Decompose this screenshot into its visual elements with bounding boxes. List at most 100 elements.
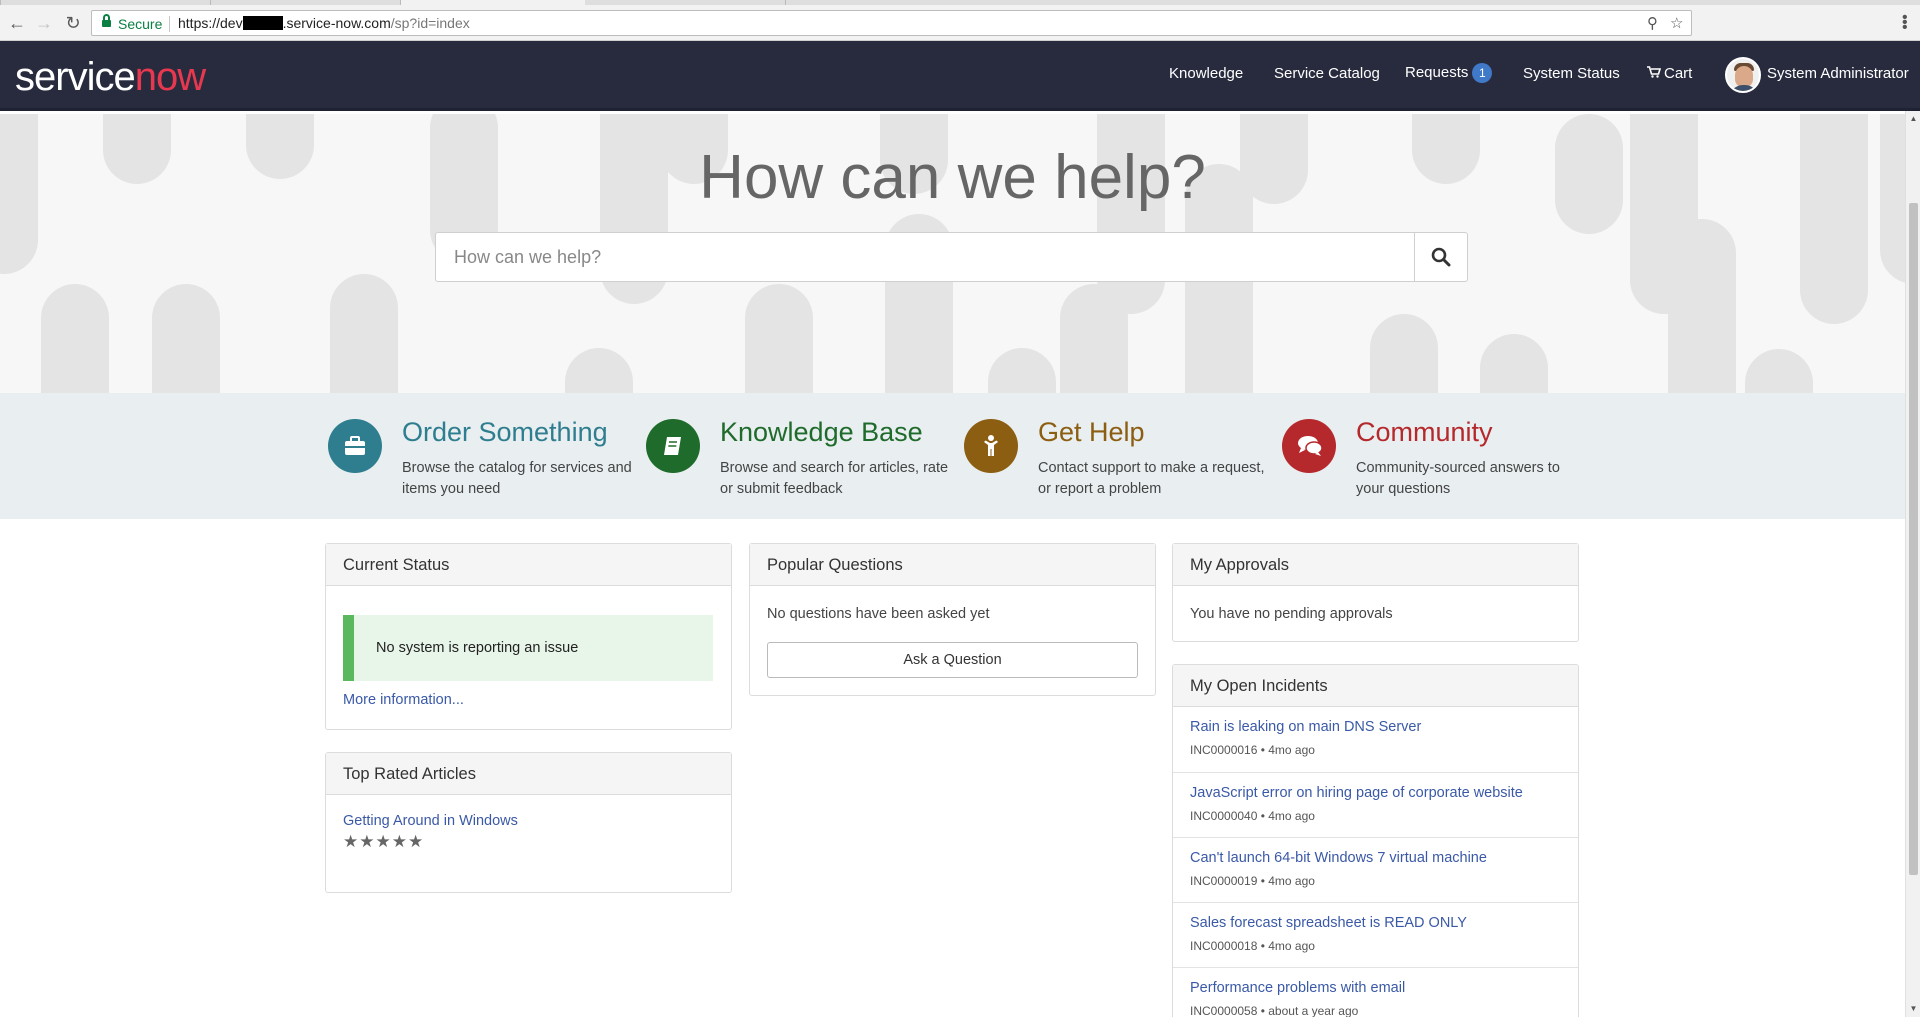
url-prefix: https://dev — [178, 15, 243, 31]
incident-meta: INC0000016 • 4mo ago — [1190, 743, 1315, 757]
panel-heading: Current Status — [326, 544, 731, 586]
search-button[interactable] — [1414, 232, 1468, 282]
incident-row[interactable]: JavaScript error on hiring page of corpo… — [1173, 772, 1578, 837]
quick-link-description: Contact support to make a request, or re… — [1038, 460, 1265, 497]
logo-now: now — [134, 55, 206, 99]
person-icon — [964, 419, 1018, 473]
secure-label: Secure — [118, 16, 163, 32]
quick-link-order-something[interactable]: Order Something Browse the catalog for s… — [328, 417, 638, 507]
quick-link-title: Order Something — [402, 417, 608, 447]
search-bar: How can we help? — [435, 232, 1468, 282]
logo-service: service — [15, 55, 136, 99]
background-pill — [41, 284, 109, 393]
servicenow-logo[interactable]: servicenow — [15, 55, 206, 100]
more-information-link[interactable]: More information... — [343, 692, 464, 708]
url-path: /sp?id=index — [390, 15, 470, 31]
nav-cart[interactable]: Cart — [1647, 65, 1692, 82]
back-arrow-icon[interactable]: ← — [8, 14, 26, 32]
url-domain: .service-now.com — [282, 15, 391, 31]
quick-links-band: Order Something Browse the catalog for s… — [0, 393, 1905, 519]
my-open-incidents-panel: My Open Incidents Rain is leaking on mai… — [1172, 664, 1579, 1017]
incident-meta: INC0000019 • 4mo ago — [1190, 874, 1315, 888]
nav-requests-label: Requests — [1405, 64, 1469, 81]
status-message: No system is reporting an issue — [343, 615, 713, 681]
forward-arrow-icon[interactable]: → — [35, 14, 53, 32]
hero-title: How can we help? — [699, 143, 1206, 212]
my-approvals-panel: My Approvals You have no pending approva… — [1172, 543, 1579, 642]
incident-meta: INC0000058 • about a year ago — [1190, 1004, 1359, 1017]
nav-system-status[interactable]: System Status — [1523, 65, 1620, 82]
url-separator — [169, 16, 170, 32]
hero-section: How can we help? How can we help? — [0, 114, 1905, 393]
popular-questions-panel: Popular Questions No questions have been… — [749, 543, 1156, 696]
quick-link-title: Community — [1356, 417, 1493, 447]
panel-heading: My Approvals — [1173, 544, 1578, 586]
zoom-icon[interactable]: ⚲ — [1647, 14, 1658, 32]
incident-title[interactable]: Performance problems with email — [1190, 980, 1405, 996]
scroll-thumb[interactable] — [1909, 203, 1918, 875]
quick-link-description: Browse the catalog for services and item… — [402, 460, 632, 497]
browser-menu-icon[interactable]: • • • — [1902, 10, 1908, 36]
rating-stars: ★★★★★ — [343, 832, 425, 851]
user-avatar[interactable] — [1725, 57, 1761, 93]
browser-toolbar: ← → ↻ Secure https://dev .service-now.com… — [0, 5, 1920, 41]
incident-row[interactable]: Sales forecast spreadsheet is READ ONLY … — [1173, 902, 1578, 967]
cart-icon — [1647, 66, 1661, 78]
quick-link-get-help[interactable]: Get Help Contact support to make a reque… — [964, 417, 1274, 507]
search-icon — [1431, 247, 1451, 267]
incident-meta: INC0000040 • 4mo ago — [1190, 809, 1315, 823]
background-pill — [745, 284, 813, 393]
chat-icon — [1282, 419, 1336, 473]
current-status-panel: Current Status No system is reporting an… — [325, 543, 732, 730]
redacted-block — [242, 16, 283, 30]
panel-heading: Top Rated Articles — [326, 753, 731, 795]
ask-question-button[interactable]: Ask a Question — [767, 642, 1138, 678]
quick-link-title: Knowledge Base — [720, 417, 923, 447]
address-bar[interactable]: Secure https://dev .service-now.com/sp?id… — [91, 10, 1692, 36]
panel-heading: My Open Incidents — [1173, 665, 1578, 707]
incident-row[interactable]: Rain is leaking on main DNS Server INC00… — [1173, 707, 1578, 772]
requests-badge: 1 — [1472, 63, 1493, 83]
background-pill — [152, 284, 220, 393]
lock-icon — [102, 14, 111, 28]
incident-title[interactable]: Sales forecast spreadsheet is READ ONLY — [1190, 915, 1467, 931]
quick-link-title: Get Help — [1038, 417, 1145, 447]
nav-service-catalog[interactable]: Service Catalog — [1274, 65, 1380, 82]
incident-title[interactable]: Rain is leaking on main DNS Server — [1190, 719, 1421, 735]
briefcase-icon — [328, 419, 382, 473]
empty-message: No questions have been asked yet — [767, 606, 990, 622]
incident-meta: INC0000018 • 4mo ago — [1190, 939, 1315, 953]
scroll-up-arrow-icon[interactable]: ▲ — [1909, 114, 1918, 123]
quick-link-description: Browse and search for articles, rate or … — [720, 460, 949, 497]
background-pill — [1480, 334, 1548, 393]
background-pill — [1745, 349, 1813, 393]
article-link[interactable]: Getting Around in Windows — [343, 813, 518, 829]
background-pill — [1370, 314, 1438, 393]
quick-link-community[interactable]: Community Community-sourced answers to y… — [1282, 417, 1592, 507]
nav-requests[interactable]: Requests 1 — [1405, 63, 1493, 83]
nav-user-name[interactable]: System Administrator — [1767, 65, 1909, 82]
incident-row[interactable]: Performance problems with email INC00000… — [1173, 967, 1578, 1017]
reload-icon[interactable]: ↻ — [64, 14, 82, 32]
quick-link-knowledge-base[interactable]: Knowledge Base Browse and search for art… — [646, 417, 956, 507]
empty-message: You have no pending approvals — [1190, 606, 1393, 622]
incident-title[interactable]: Can't launch 64-bit Windows 7 virtual ma… — [1190, 850, 1487, 866]
url-text[interactable]: https://dev .service-now.com/sp?id=index — [178, 15, 470, 31]
panel-heading: Popular Questions — [750, 544, 1155, 586]
quick-link-description: Community-sourced answers to your questi… — [1356, 460, 1560, 497]
nav-knowledge[interactable]: Knowledge — [1169, 65, 1243, 82]
page-scrollbar[interactable]: ▲ ▼ — [1905, 111, 1920, 1017]
top-rated-articles-panel: Top Rated Articles Getting Around in Win… — [325, 752, 732, 893]
background-pill — [330, 274, 398, 393]
book-icon — [646, 419, 700, 473]
portal-header: servicenow Knowledge Service Catalog Req… — [0, 41, 1920, 111]
incident-row[interactable]: Can't launch 64-bit Windows 7 virtual ma… — [1173, 837, 1578, 902]
search-input[interactable]: How can we help? — [435, 232, 1415, 282]
scroll-down-arrow-icon[interactable]: ▼ — [1909, 1004, 1918, 1013]
incident-title[interactable]: JavaScript error on hiring page of corpo… — [1190, 785, 1523, 801]
bookmark-star-icon[interactable]: ☆ — [1670, 14, 1683, 32]
nav-cart-label: Cart — [1664, 65, 1693, 82]
background-pill — [565, 348, 633, 393]
background-pill — [1668, 219, 1736, 393]
background-pill — [988, 348, 1056, 393]
